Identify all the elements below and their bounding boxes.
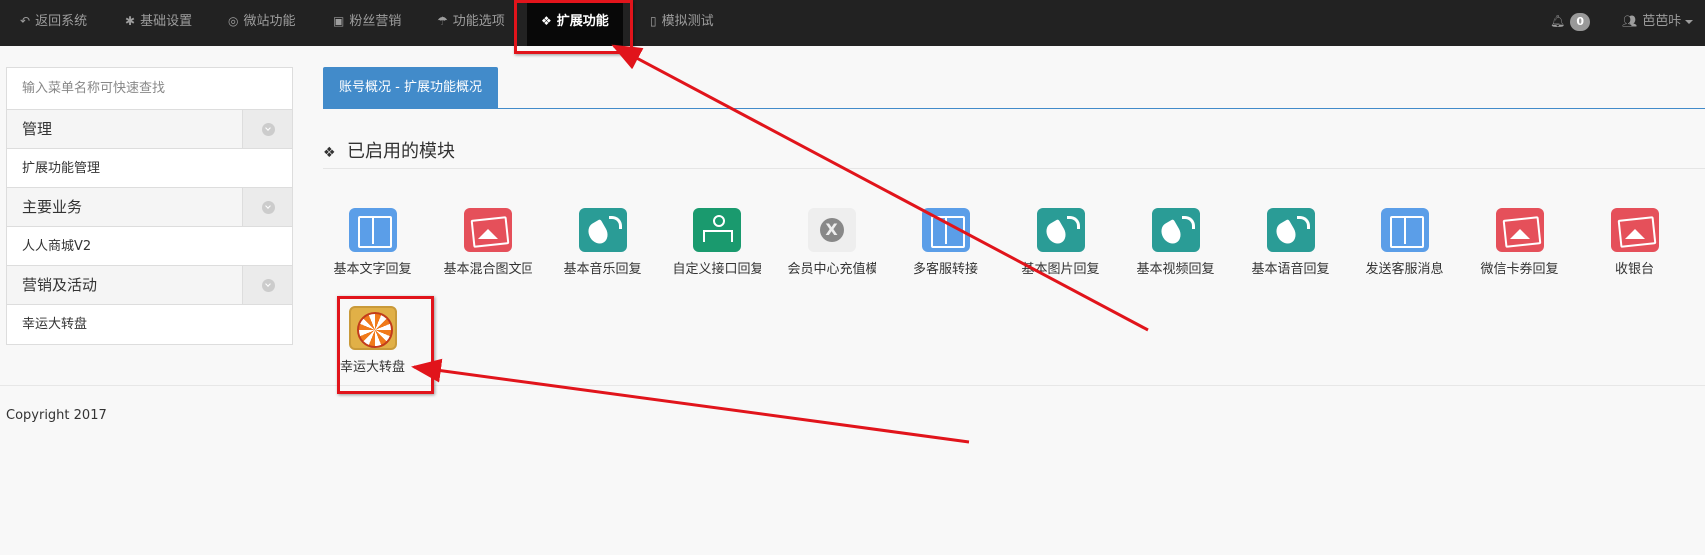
annotation-arrow-nav (611, 44, 1149, 332)
annotation-arrow-module (411, 358, 970, 444)
annotation-arrows (411, 44, 1149, 444)
